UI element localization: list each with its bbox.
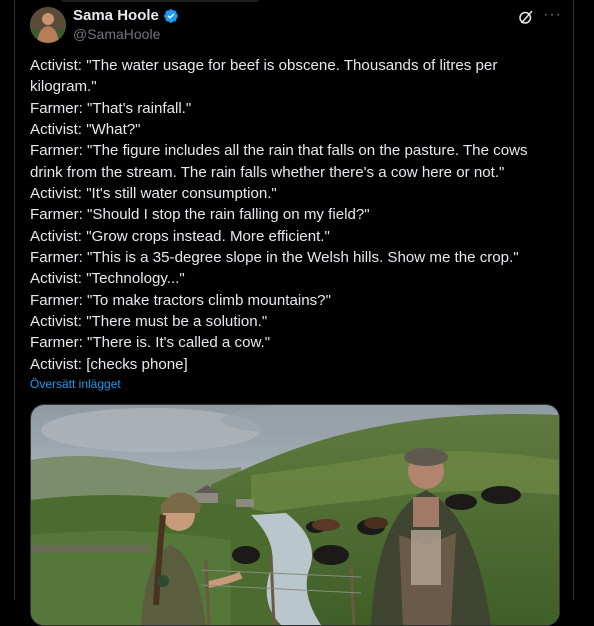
translate-post-link[interactable]: Översätt inlägget — [30, 377, 121, 391]
author-name[interactable]: Sama Hoole — [73, 7, 159, 24]
tweet-line: Activist: "It's still water consumption.… — [30, 185, 277, 203]
tweet-line: drink from the stream. The rain falls wh… — [30, 163, 505, 181]
tweet-line: Farmer: "That's rainfall." — [30, 99, 192, 117]
tweet-line: Activist: "The water usage for beef is o… — [30, 57, 498, 74]
tweet-line: kilogram." — [30, 78, 97, 96]
tweet-line: Activist: "There must be a solution." — [30, 313, 268, 331]
tweet-line: Farmer: "There is. It's called a cow." — [30, 334, 271, 352]
tweet-line: Activist: "What?" — [30, 121, 141, 139]
tweet-line: Activist: [checks phone] — [30, 355, 188, 373]
more-icon[interactable]: ··· — [543, 6, 562, 24]
timeline-border-left — [14, 0, 15, 600]
tweet-line: Farmer: "The figure includes all the rai… — [30, 142, 528, 160]
previous-post-fragment — [60, 0, 260, 2]
tweet-text: Activist: "The water usage for beef is o… — [30, 55, 550, 375]
avatar[interactable] — [30, 7, 66, 43]
tweet-line: Farmer: "To make tractors climb mountain… — [30, 291, 331, 309]
tweet-line: Farmer: "This is a 35-degree slope in th… — [30, 249, 519, 267]
verified-badge-icon — [163, 8, 179, 24]
tweet-line: Activist: "Grow crops instead. More effi… — [30, 227, 330, 245]
tweet-line: Farmer: "Should I stop the rain falling … — [30, 206, 370, 224]
timeline-border-right — [573, 0, 574, 600]
author-handle[interactable]: @SamaHoole — [73, 26, 160, 42]
author-name-row[interactable]: Sama Hoole — [73, 7, 179, 24]
tweet-image[interactable] — [30, 404, 560, 626]
grok-icon[interactable] — [517, 8, 535, 26]
tweet-line: Activist: "Technology..." — [30, 270, 185, 288]
